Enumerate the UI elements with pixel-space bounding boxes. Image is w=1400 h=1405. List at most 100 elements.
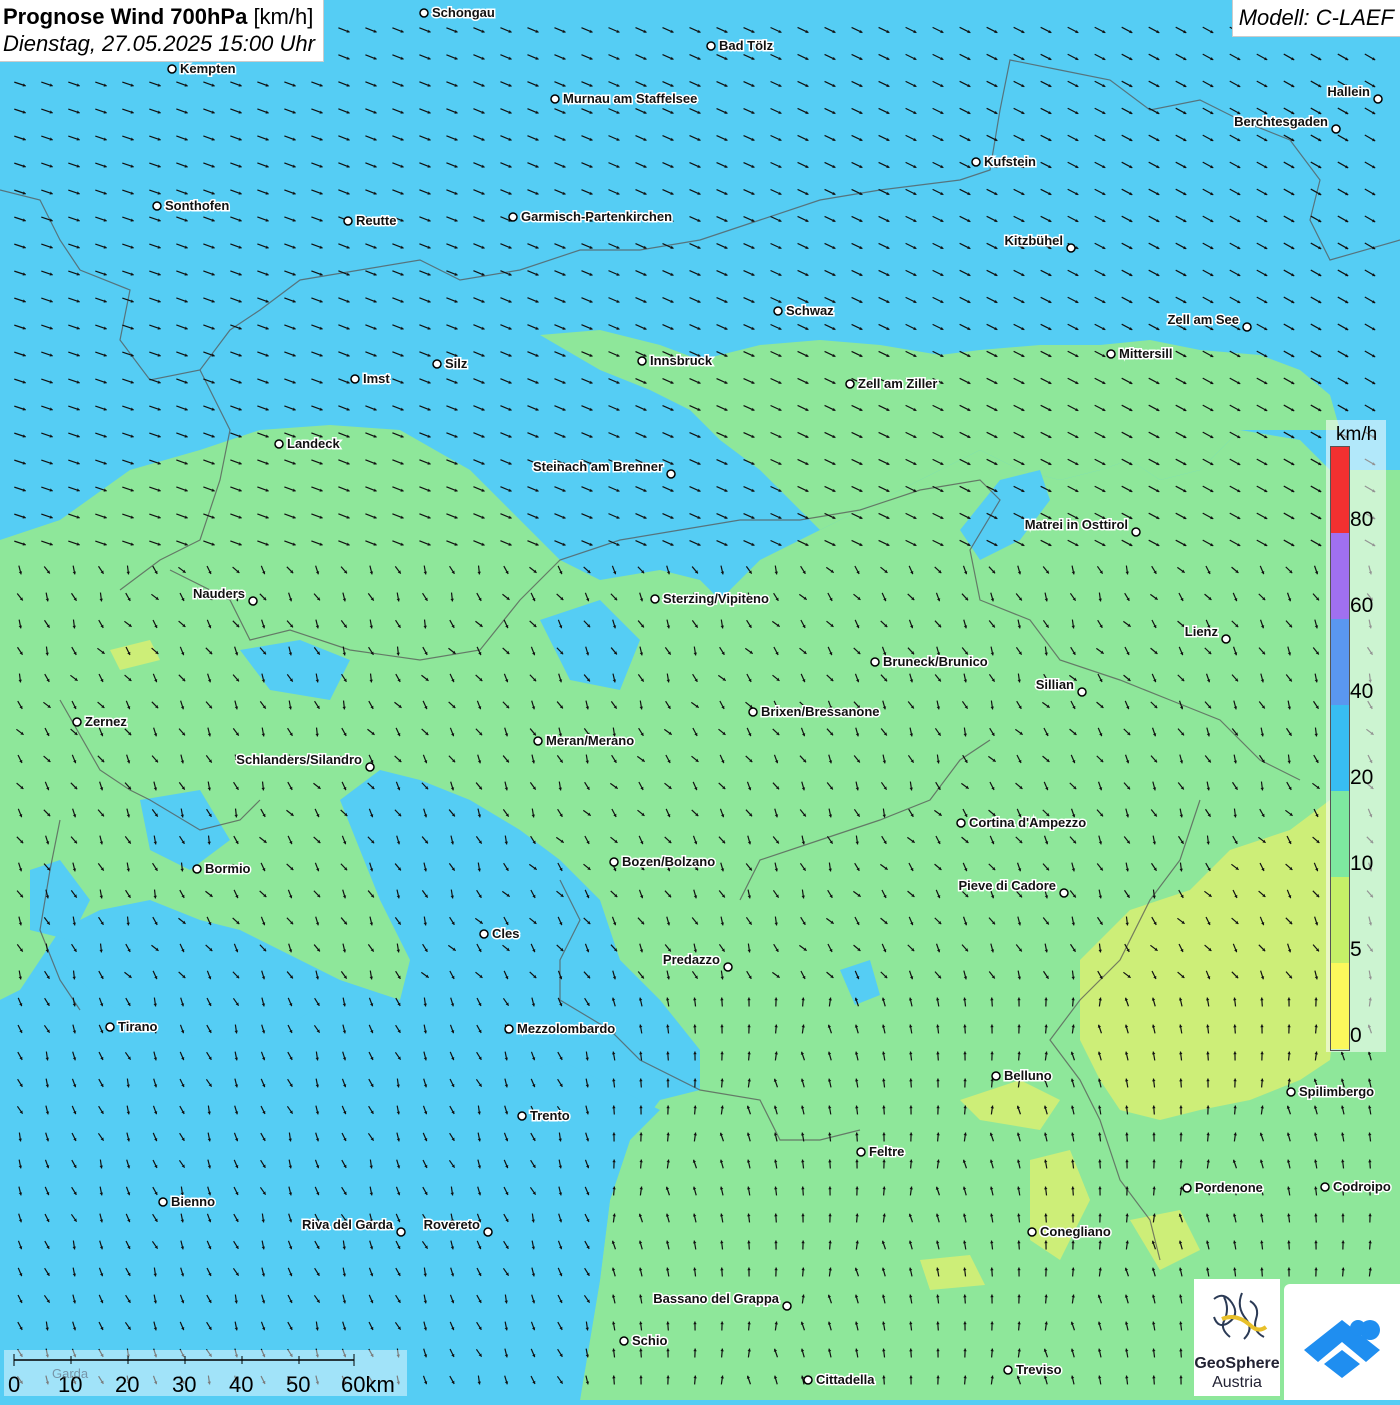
- city-dot: [1287, 1088, 1295, 1096]
- city-label: Bozen/Bolzano: [622, 854, 715, 869]
- city-marker[interactable]: Sterzing/Vipiteno: [651, 591, 769, 606]
- geosphere-logo-text-2: Austria: [1194, 1374, 1280, 1392]
- city-label: Mittersill: [1119, 346, 1172, 361]
- scale-label-20: 20: [115, 1372, 139, 1398]
- city-dot: [249, 597, 257, 605]
- city-label: Schwaz: [786, 303, 834, 318]
- legend-seg-10: [1331, 791, 1349, 877]
- city-label: Zell am See: [1167, 312, 1239, 327]
- legend-label-20: 20: [1350, 766, 1373, 790]
- city-label: Predazzo: [663, 952, 720, 967]
- city-marker[interactable]: Garmisch-Partenkirchen: [509, 209, 672, 224]
- city-dot: [480, 930, 488, 938]
- city-label: Kempten: [180, 61, 236, 76]
- city-marker[interactable]: Bozen/Bolzano: [610, 854, 715, 869]
- city-dot: [724, 963, 732, 971]
- city-label: Zell am Ziller: [858, 376, 937, 391]
- scale-label-50: 50: [286, 1372, 310, 1398]
- city-dot: [168, 65, 176, 73]
- legend-unit: km/h: [1336, 424, 1377, 446]
- legend-seg-0: [1331, 963, 1349, 1049]
- city-marker[interactable]: Brixen/Bressanone: [749, 704, 880, 719]
- geosphere-logo[interactable]: GeoSphere Austria: [1194, 1279, 1280, 1396]
- city-dot: [1028, 1228, 1036, 1236]
- city-dot: [783, 1302, 791, 1310]
- city-dot: [804, 1376, 812, 1384]
- city-dot: [1321, 1183, 1329, 1191]
- title-panel: Prognose Wind 700hPa [km/h] Dienstag, 27…: [0, 0, 324, 62]
- city-label: Cles: [492, 926, 519, 941]
- city-label: Bienno: [171, 1194, 215, 1209]
- city-label: Matrei in Osttirol: [1025, 517, 1128, 532]
- legend-label-80: 80: [1350, 508, 1373, 532]
- city-label: Garmisch-Partenkirchen: [521, 209, 672, 224]
- scale-label-0: 0: [8, 1372, 20, 1398]
- city-label: Pieve di Cadore: [958, 878, 1056, 893]
- city-marker[interactable]: Conegliano: [1028, 1224, 1111, 1239]
- city-marker[interactable]: Mezzolombardo: [505, 1021, 615, 1036]
- city-label: Zernez: [85, 714, 127, 729]
- city-marker[interactable]: Murnau am Staffelsee: [551, 91, 697, 106]
- city-dot: [159, 1198, 167, 1206]
- city-dot: [366, 763, 374, 771]
- city-label: Belluno: [1004, 1068, 1052, 1083]
- city-marker[interactable]: Pordenone: [1183, 1180, 1263, 1195]
- page-title: Prognose Wind 700hPa: [3, 4, 247, 29]
- city-dot: [193, 865, 201, 873]
- city-dot: [551, 95, 559, 103]
- city-dot: [484, 1228, 492, 1236]
- city-label: Spilimbergo: [1299, 1084, 1374, 1099]
- city-label: Bassano del Grappa: [653, 1291, 779, 1306]
- city-dot: [1060, 889, 1068, 897]
- scale-label-30: 30: [172, 1372, 196, 1398]
- city-marker[interactable]: Spilimbergo: [1287, 1084, 1374, 1099]
- city-label: Kitzbühel: [1005, 233, 1064, 248]
- city-dot: [620, 1337, 628, 1345]
- city-dot: [1067, 244, 1075, 252]
- city-label: Tirano: [118, 1019, 158, 1034]
- city-marker[interactable]: Schongau: [420, 5, 495, 20]
- city-dot: [518, 1112, 526, 1120]
- city-marker[interactable]: Zell am Ziller: [846, 376, 937, 391]
- city-label: Kufstein: [984, 154, 1036, 169]
- app-logo[interactable]: [1284, 1284, 1400, 1400]
- city-label: Nauders: [193, 586, 245, 601]
- city-label: Lienz: [1185, 624, 1219, 639]
- city-marker[interactable]: Bruneck/Brunico: [871, 654, 988, 669]
- city-label: Rovereto: [424, 1217, 480, 1232]
- app-logo-icon: [1284, 1284, 1400, 1400]
- model-label: Modell: C-LAEF: [1232, 0, 1400, 37]
- city-dot: [106, 1023, 114, 1031]
- city-marker[interactable]: Sonthofen: [153, 198, 229, 213]
- city-label: Bad Tölz: [719, 38, 774, 53]
- city-label: Riva del Garda: [302, 1217, 394, 1232]
- city-dot: [1332, 125, 1340, 133]
- city-label: Landeck: [287, 436, 341, 451]
- city-dot: [1107, 350, 1115, 358]
- city-dot: [1004, 1366, 1012, 1374]
- city-dot: [73, 718, 81, 726]
- city-label: Sillian: [1036, 677, 1074, 692]
- scale-bar: 0 10 20 30 40 50 60km Garda: [4, 1350, 407, 1396]
- city-marker[interactable]: Meran/Merano: [534, 733, 634, 748]
- city-dot: [846, 380, 854, 388]
- city-label: Codroipo: [1333, 1179, 1391, 1194]
- city-marker[interactable]: Innsbruck: [638, 353, 713, 368]
- city-marker[interactable]: Cortina d'Ampezzo: [957, 815, 1086, 830]
- city-label: Brixen/Bressanone: [761, 704, 880, 719]
- city-dot: [638, 357, 646, 365]
- city-label: Trento: [530, 1108, 570, 1123]
- city-label: Schongau: [432, 5, 495, 20]
- city-dot: [667, 470, 675, 478]
- legend-label-0: 0: [1350, 1024, 1362, 1048]
- city-dot: [610, 858, 618, 866]
- city-label: Murnau am Staffelsee: [563, 91, 697, 106]
- city-dot: [1374, 95, 1382, 103]
- city-label: Bruneck/Brunico: [883, 654, 988, 669]
- city-label: Steinach am Brenner: [533, 459, 663, 474]
- city-dot: [774, 307, 782, 315]
- city-label: Bormio: [205, 861, 251, 876]
- forecast-datetime: Dienstag, 27.05.2025 15:00 Uhr: [3, 30, 315, 57]
- city-label: Reutte: [356, 213, 396, 228]
- city-label: Cortina d'Ampezzo: [969, 815, 1086, 830]
